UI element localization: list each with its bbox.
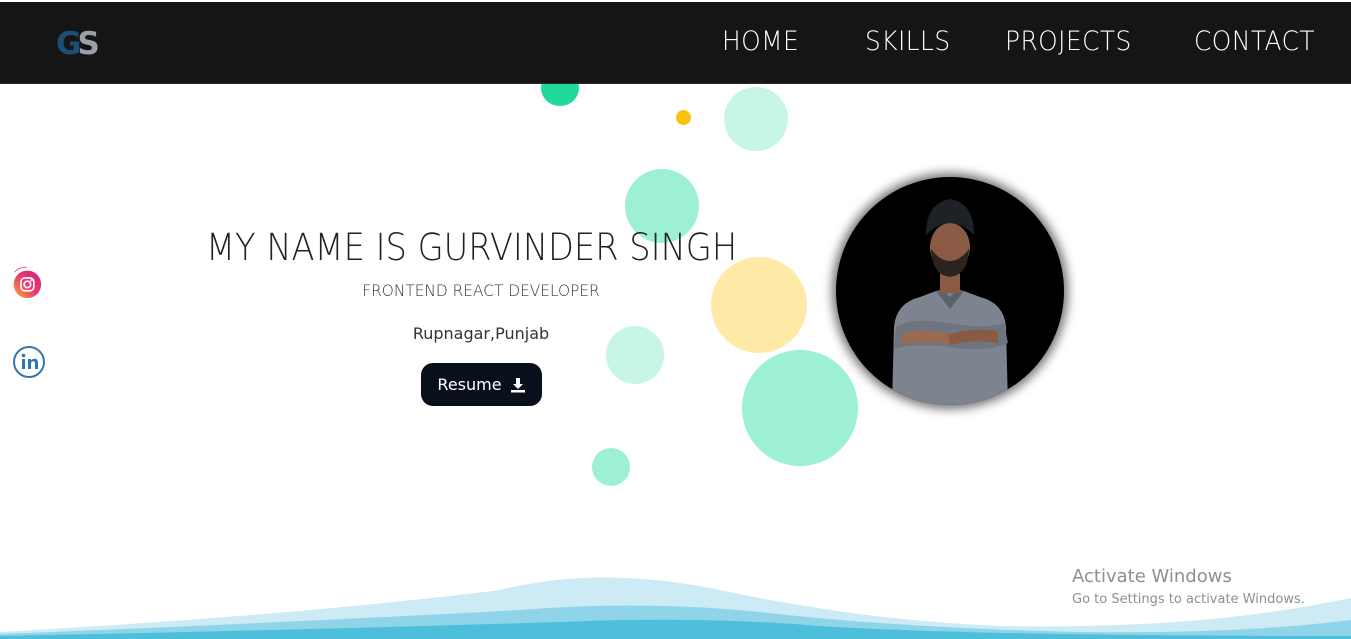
nav-home[interactable]: HOME [722,22,799,62]
hero-location: Rupnagar,Punjab [412,324,550,343]
logo-letter-s: S [77,26,99,62]
bubble [676,110,691,125]
resume-button[interactable]: Resume [421,363,542,406]
watermark-title: Activate Windows [1072,566,1232,587]
profile-photo [836,177,1064,405]
instagram-icon[interactable] [12,266,46,303]
nav-contact[interactable]: CONTACT [1194,22,1315,62]
navbar: GS HOME SKILLS PROJECTS CONTACT [0,2,1351,84]
logo-letter-g: G [56,26,82,62]
windows-activation-watermark: Activate Windows Go to Settings to activ… [1072,565,1342,611]
bubble [606,326,664,384]
watermark-subtitle: Go to Settings to activate Windows. [1072,592,1305,607]
linkedin-icon[interactable] [12,345,46,379]
bubble [711,257,807,353]
bubble [592,448,630,486]
hero-title: MY NAME IS GURVINDER SINGH [206,226,738,269]
resume-label: Resume [437,375,502,394]
download-icon [510,377,525,392]
bubble [742,350,858,466]
hero-subtitle: FRONTEND REACT DEVELOPER [362,281,600,300]
nav-projects[interactable]: PROJECTS [1005,22,1132,62]
bubble [724,87,788,151]
logo[interactable]: GS [56,24,112,64]
nav-skills[interactable]: SKILLS [865,22,951,62]
